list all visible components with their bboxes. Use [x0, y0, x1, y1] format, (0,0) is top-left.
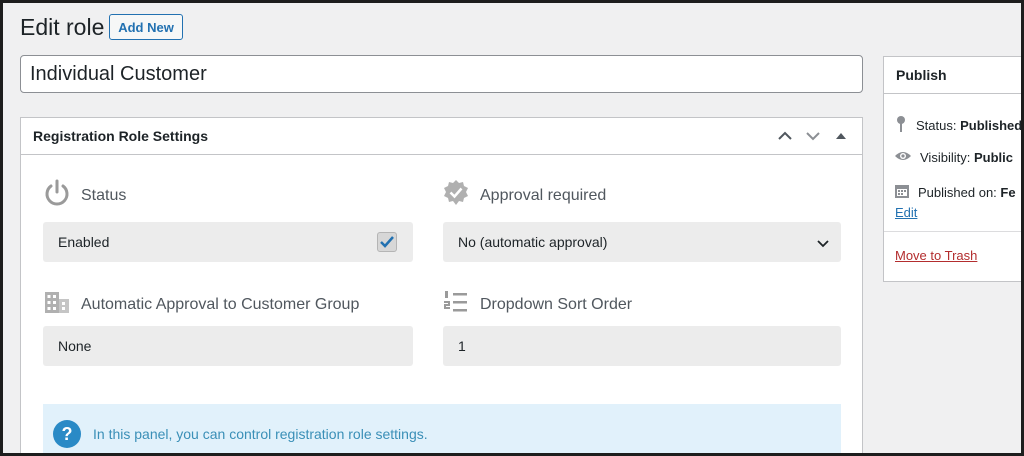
approval-value: No (automatic approval) [458, 234, 608, 250]
help-icon: ? [53, 420, 81, 448]
auto-group-value: None [58, 338, 92, 354]
approval-select[interactable]: No (automatic approval) [443, 222, 841, 262]
status-value-text: Published [960, 118, 1023, 133]
info-notice: ? In this panel, you can control registr… [43, 404, 841, 456]
status-toggle[interactable]: Enabled [43, 222, 413, 262]
page-title: Edit role [20, 14, 105, 40]
add-new-button[interactable]: Add New [109, 14, 183, 40]
role-name-input[interactable]: Individual Customer [20, 55, 863, 93]
chevron-down-icon [817, 235, 829, 251]
publish-visibility-row: Visibility: Public [894, 149, 1013, 166]
publish-status-row: Status: Published [894, 115, 1022, 136]
publish-title: Publish [884, 57, 1024, 94]
panel-title: Registration Role Settings [33, 128, 209, 144]
status-checkbox[interactable] [377, 232, 397, 252]
auto-group-select[interactable]: None [43, 326, 413, 366]
move-down-icon[interactable] [804, 127, 822, 145]
sort-order-field-label: Dropdown Sort Order [442, 289, 632, 320]
collapse-toggle-icon[interactable] [832, 127, 850, 145]
status-label-text: Status: [916, 118, 957, 133]
published-on-value-text: Fe [1000, 185, 1016, 200]
visibility-label-text: Visibility: [920, 150, 971, 165]
pin-icon [894, 115, 908, 136]
auto-group-field-label: Automatic Approval to Customer Group [43, 289, 359, 320]
numbered-list-icon [442, 289, 470, 320]
edit-date-link[interactable]: Edit [895, 205, 917, 220]
badge-check-icon [442, 179, 470, 212]
move-up-icon[interactable] [776, 127, 794, 145]
approval-field-label: Approval required [442, 179, 606, 212]
publish-divider [884, 231, 1024, 232]
status-value: Enabled [58, 234, 110, 250]
sort-order-label: Dropdown Sort Order [480, 295, 633, 313]
status-label: Status [81, 186, 127, 204]
eye-icon [894, 149, 912, 166]
building-icon [43, 289, 71, 320]
publish-date-row: Published on: Fe [894, 183, 1016, 202]
auto-group-label: Automatic Approval to Customer Group [81, 295, 360, 313]
published-on-label-text: Published on: [918, 185, 997, 200]
sort-order-value: 1 [458, 338, 466, 354]
move-to-trash-link[interactable]: Move to Trash [895, 248, 977, 263]
registration-role-settings-panel: Registration Role Settings Status Enable… [20, 117, 863, 456]
sort-order-input[interactable]: 1 [443, 326, 841, 366]
panel-controls [776, 127, 850, 145]
info-text: In this panel, you can control registrat… [93, 426, 428, 442]
panel-header: Registration Role Settings [21, 118, 862, 155]
approval-label: Approval required [480, 186, 607, 204]
publish-box: Publish Status: Published Visibility: Pu… [883, 56, 1024, 282]
visibility-value-text: Public [973, 150, 1013, 165]
checkmark-icon [380, 236, 394, 248]
status-field-label: Status [43, 179, 126, 212]
calendar-icon [894, 183, 910, 202]
power-icon [43, 179, 71, 212]
